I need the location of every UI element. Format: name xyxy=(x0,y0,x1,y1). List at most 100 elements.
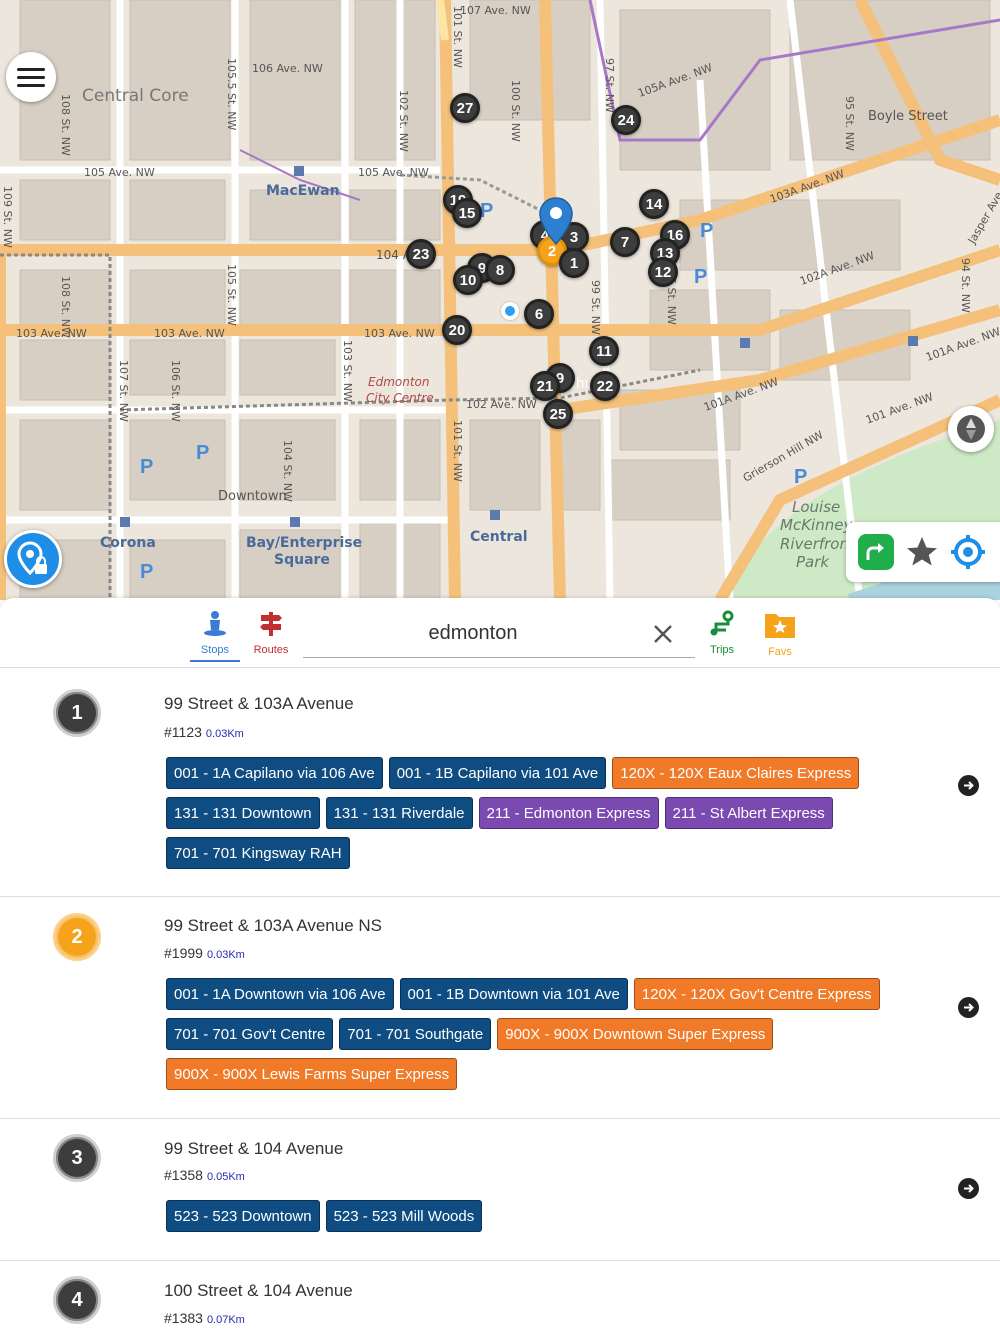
route-chip[interactable]: 211 - St Albert Express xyxy=(664,797,833,829)
map-label-103-ave: 103 Ave. NW xyxy=(154,327,225,340)
arrow-right-icon xyxy=(964,1184,974,1193)
compass-icon xyxy=(957,415,985,443)
stop-details-arrow-icon[interactable] xyxy=(958,775,979,796)
route-chip[interactable]: 131 - 131 Downtown xyxy=(166,797,320,829)
route-chip[interactable]: 701 - 701 Kingsway RAH xyxy=(166,837,350,869)
route-chip-list: 001 - 1A Downtown via 106 Ave 001 - 1B Do… xyxy=(166,978,886,1090)
route-chip[interactable]: 120X - 120X Eaux Claires Express xyxy=(612,757,860,789)
stop-number-badge: 1 xyxy=(53,689,101,737)
stop-meta: #1123 0.03Km xyxy=(164,724,244,740)
map-label-104-st: 104 St. NW xyxy=(281,440,294,502)
tab-trips[interactable]: Trips xyxy=(700,610,744,656)
route-chip[interactable]: 523 - 523 Mill Woods xyxy=(325,1200,483,1232)
map-label-94-st: 94 St. NW xyxy=(959,258,972,313)
arrow-right-icon xyxy=(964,1003,974,1012)
tab-favs-label: Favs xyxy=(768,646,792,658)
stop-cluster-6[interactable]: 6 xyxy=(524,299,554,329)
stop-cluster-7[interactable]: 7 xyxy=(610,227,640,257)
parking-icon: P xyxy=(196,442,210,464)
stop-cluster-21[interactable]: 21 xyxy=(530,371,560,401)
favorite-button[interactable] xyxy=(904,534,940,570)
route-chip[interactable]: 120X - 120X Gov't Centre Express xyxy=(633,978,880,1010)
stop-cluster-24[interactable]: 24 xyxy=(611,105,641,135)
user-location-marker xyxy=(501,302,519,320)
stop-meta: #1383 0.07Km xyxy=(164,1310,245,1326)
stop-cluster-8[interactable]: 8 xyxy=(485,255,515,285)
stop-list-item[interactable]: 3 99 Street & 104 Avenue #1358 0.05Km 523… xyxy=(0,1119,1000,1261)
tab-favs[interactable]: Favs xyxy=(758,610,802,658)
stop-code: #1383 xyxy=(164,1310,203,1326)
route-chip[interactable]: 131 - 131 Riverdale xyxy=(325,797,473,829)
stop-cluster-14[interactable]: 14 xyxy=(639,189,669,219)
hamburger-icon xyxy=(17,63,45,92)
clear-search-icon[interactable] xyxy=(649,620,677,648)
stop-list-item[interactable]: 1 99 Street & 103A Avenue #1123 0.03Km 00… xyxy=(0,668,1000,897)
map-label-105-ave: 105 Ave. NW xyxy=(84,166,155,179)
map-label-102-ave: 102 Ave. NW xyxy=(466,398,537,411)
route-chip[interactable]: 211 - Edmonton Express xyxy=(478,797,659,829)
map-label-edmonton-city-centre: Edmonton xyxy=(368,375,430,389)
stop-cluster-1[interactable]: 1 xyxy=(559,248,589,278)
route-chip[interactable]: 900X - 900X Lewis Farms Super Express xyxy=(166,1058,458,1090)
stop-code: #1123 xyxy=(164,724,202,740)
tab-routes[interactable]: Routes xyxy=(248,610,294,656)
stop-number-badge: 4 xyxy=(53,1276,101,1324)
tab-stops[interactable]: Stops xyxy=(190,610,240,662)
map-label-100-st: 100 St. NW xyxy=(509,80,522,142)
map-label-109-st: 109 St. NW xyxy=(1,186,14,248)
star-icon xyxy=(907,537,937,566)
map-label-edmonton-city-centre-2: City Centre xyxy=(366,391,434,405)
stop-code: #1358 xyxy=(164,1167,203,1183)
person-stop-icon xyxy=(204,611,226,636)
directions-arrow-icon xyxy=(866,543,884,560)
stop-cluster-12[interactable]: 12 xyxy=(648,257,678,287)
map-label-103-ave-w: 103 Ave. NW xyxy=(16,327,87,340)
map-label-corona: Corona xyxy=(100,535,156,551)
stop-details-arrow-icon[interactable] xyxy=(958,997,979,1018)
map-label-103-ave-e: 103 Ave. NW xyxy=(364,327,435,340)
route-chip[interactable]: 523 - 523 Downtown xyxy=(166,1200,320,1232)
stop-name: 99 Street & 103A Avenue NS xyxy=(164,916,383,935)
route-chip[interactable]: 701 - 701 Gov't Centre xyxy=(166,1018,334,1050)
stop-cluster-23[interactable]: 23 xyxy=(406,239,436,269)
stop-cluster-27[interactable]: 27 xyxy=(450,93,480,123)
map-label-97-st: 97 St. NW xyxy=(603,58,616,113)
stop-meta: #1358 0.05Km xyxy=(164,1167,245,1183)
tab-stops-label: Stops xyxy=(200,644,230,656)
directions-button[interactable] xyxy=(858,534,894,570)
stop-number-badge: 3 xyxy=(53,1134,101,1182)
stop-code: #1999 xyxy=(164,945,203,961)
stop-details-arrow-icon[interactable] xyxy=(958,1178,979,1199)
stop-cluster-25[interactable]: 25 xyxy=(543,399,573,429)
stop-distance: 0.07Km xyxy=(206,1314,245,1326)
search-bar xyxy=(303,610,695,658)
tab-trips-label: Trips xyxy=(709,644,735,656)
menu-button[interactable] xyxy=(6,52,56,102)
route-chip[interactable]: 001 - 1A Downtown via 106 Ave xyxy=(166,978,394,1010)
locate-me-button[interactable] xyxy=(950,534,986,570)
compass-button[interactable] xyxy=(948,406,994,452)
route-chip[interactable]: 001 - 1A Capilano via 106 Ave xyxy=(166,757,383,789)
map-label-107-st: 107 St. NW xyxy=(117,360,130,422)
route-chip[interactable]: 001 - 1B Capilano via 101 Ave xyxy=(388,757,607,789)
route-chip[interactable]: 001 - 1B Downtown via 101 Ave xyxy=(399,978,628,1010)
search-input[interactable] xyxy=(303,610,643,656)
stop-cluster-22[interactable]: 22 xyxy=(590,371,620,401)
crosshair-icon xyxy=(951,535,985,569)
stop-cluster-11[interactable]: 11 xyxy=(589,336,619,366)
map-view[interactable]: Central Core MacEwan Edmonton City Centr… xyxy=(0,0,1000,600)
stop-cluster-10[interactable]: 10 xyxy=(453,265,483,295)
map-label-101-st-2: 101 St. NW xyxy=(451,6,464,68)
lock-location-button[interactable] xyxy=(4,530,62,588)
route-chip[interactable]: 701 - 701 Southgate xyxy=(339,1018,492,1050)
trip-route-icon xyxy=(710,610,734,636)
stop-list-item[interactable]: 2 99 Street & 103A Avenue NS #1999 0.03Km… xyxy=(0,897,1000,1119)
stop-cluster-15[interactable]: 15 xyxy=(452,198,482,228)
route-chip[interactable]: 900X - 900X Downtown Super Express xyxy=(497,1018,774,1050)
stop-name: 99 Street & 104 Avenue xyxy=(164,1139,344,1158)
stop-list-item[interactable]: 4 100 Street & 104 Avenue #1383 0.07Km xyxy=(0,1261,1000,1341)
parking-icon: P xyxy=(140,561,154,583)
map-label-louise: Louise xyxy=(792,498,841,516)
stop-cluster-20[interactable]: 20 xyxy=(442,315,472,345)
map-label-downtown: Downtown xyxy=(218,489,287,504)
